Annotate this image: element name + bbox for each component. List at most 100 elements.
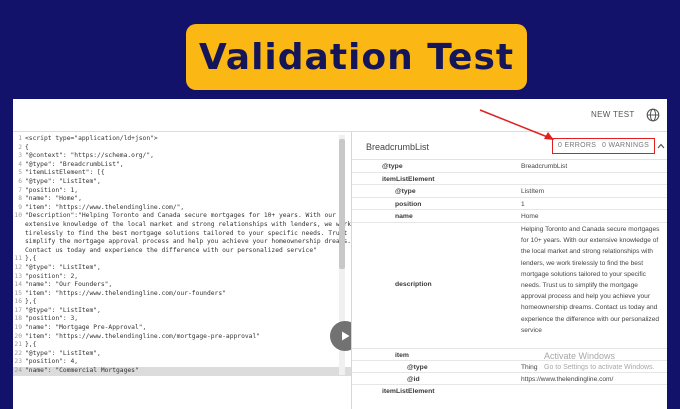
line-number: 6	[18, 177, 22, 185]
code-text: "position": 1,	[25, 186, 79, 194]
code-text: "name": "Mortgage Pre-Approval",	[25, 324, 147, 332]
code-lines: 1 <script type="application/ld+json"> 2{3 "…	[13, 132, 351, 376]
line-number	[13, 221, 25, 230]
line-number: 9	[18, 203, 22, 211]
result-row: name Home	[352, 210, 667, 223]
code-line: Contact us today and experience the diff…	[13, 247, 351, 256]
code-text: "item": "https://www.thelendingline.com/…	[25, 289, 226, 297]
row-key: name	[395, 213, 413, 220]
line-number: 17	[14, 306, 22, 314]
code-text: },{	[25, 298, 37, 306]
globe-icon[interactable]	[646, 108, 660, 122]
code-line: 5 "itemListElement": [{	[13, 169, 351, 178]
line-number: 22	[14, 349, 22, 357]
line-number	[13, 238, 25, 247]
row-key: @type	[407, 364, 428, 371]
code-text: "itemListElement": [{	[25, 169, 105, 177]
code-line: 11},{	[13, 255, 351, 264]
code-text: "position": 3,	[25, 315, 79, 323]
code-line: 8 "name": "Home",	[13, 195, 351, 204]
code-line: extensive knowledge of the local market …	[13, 221, 351, 230]
code-line: 10 "Description":"Helping Toronto and Can…	[13, 212, 351, 221]
row-key: description	[395, 281, 432, 288]
code-line: 3 "@context": "https://schema.org/",	[13, 152, 351, 161]
chevron-up-icon[interactable]	[657, 143, 665, 149]
code-text: "@type": "ListItem",	[25, 177, 101, 185]
code-text: simplify the mortgage approval process a…	[25, 238, 351, 246]
code-line: 21},{	[13, 341, 351, 350]
code-scrollbar-thumb[interactable]	[339, 139, 345, 269]
code-text: },{	[25, 255, 37, 263]
row-value: ListItem	[521, 188, 545, 195]
line-number: 1	[18, 135, 22, 142]
line-number: 5	[18, 169, 22, 177]
line-number: 2	[18, 143, 22, 151]
line-number: 3	[18, 152, 22, 160]
code-line: 7 "position": 1,	[13, 187, 351, 196]
line-number: 18	[14, 315, 22, 323]
code-line: 4 "@type": "BreadcrumbList",	[13, 161, 351, 170]
code-line: 13 "position": 2,	[13, 273, 351, 282]
row-value: 1	[521, 201, 525, 208]
code-line: 1 <script type="application/ld+json">	[13, 135, 351, 144]
line-number: 14	[14, 281, 22, 289]
play-icon	[342, 331, 350, 341]
code-line: 20 "item": "https://www.thelendingline.co…	[13, 333, 351, 342]
code-line: 14 "name": "Our Founders",	[13, 281, 351, 290]
code-line: 24 "name": "Commercial Mortgages"	[13, 367, 351, 376]
row-key: itemListElement	[382, 388, 435, 395]
line-number: 10	[14, 212, 22, 220]
toolbar: NEW TEST	[13, 99, 667, 132]
result-row: description Helping Toronto and Canada s…	[352, 223, 667, 349]
code-line: 2{	[13, 144, 351, 153]
code-line: 15 "item": "https://www.thelendingline.co…	[13, 290, 351, 299]
result-row: itemListElement	[352, 173, 667, 185]
row-value: Home	[521, 213, 539, 220]
code-text: "position": 2,	[25, 272, 79, 280]
code-text: "item": "https://www.thelendingline.com/…	[25, 203, 185, 211]
code-text: "@type": "ListItem",	[25, 349, 101, 357]
red-arrow-annotation	[479, 109, 554, 140]
code-text: "name": "Home",	[25, 195, 82, 203]
code-line: 22 "@type": "ListItem",	[13, 350, 351, 359]
code-text: <script type="application/ld+json">	[25, 135, 158, 142]
code-text: "position": 4,	[25, 358, 79, 366]
line-number: 23	[14, 358, 22, 366]
code-line: 18 "position": 3,	[13, 315, 351, 324]
row-key: itemListElement	[382, 176, 435, 183]
line-number: 19	[14, 324, 22, 332]
code-text: Contact us today and experience the diff…	[25, 246, 317, 254]
code-text: "name": "Commercial Mortgages"	[25, 367, 139, 375]
new-test-button[interactable]: NEW TEST	[591, 110, 635, 119]
errors-count: 0 ERRORS	[558, 142, 597, 149]
row-value: BreadcrumbList	[521, 163, 568, 170]
line-number: 21	[14, 341, 22, 349]
code-line: 19 "name": "Mortgage Pre-Approval",	[13, 324, 351, 333]
title-banner: Validation Test	[186, 24, 527, 90]
watermark-line-1: Activate Windows	[544, 351, 616, 361]
code-editor[interactable]: 1 <script type="application/ld+json"> 2{3 "…	[13, 132, 351, 409]
row-key: item	[395, 352, 409, 359]
code-line: 12 "@type": "ListItem",	[13, 264, 351, 273]
code-text: "name": "Our Founders",	[25, 281, 113, 289]
line-number: 13	[14, 272, 22, 280]
activate-windows-watermark: Activate Windows Go to Settings to activ…	[544, 350, 655, 374]
code-text: tirelessly to find the best mortgage sol…	[25, 229, 351, 237]
line-number: 12	[14, 263, 22, 271]
line-number: 24	[14, 367, 22, 375]
line-number	[13, 247, 25, 256]
results-title: BreadcrumbList	[366, 142, 430, 152]
code-line: 6 "@type": "ListItem",	[13, 178, 351, 187]
row-key: position	[395, 201, 422, 208]
row-key: @type	[382, 163, 403, 170]
line-number: 4	[18, 160, 22, 168]
code-line: 9 "item": "https://www.thelendingline.com…	[13, 204, 351, 213]
result-row: itemListElement	[352, 385, 667, 395]
row-key: @id	[407, 376, 420, 383]
code-line: tirelessly to find the best mortgage sol…	[13, 230, 351, 239]
code-text: "Description":"Helping Toronto and Canad…	[25, 212, 336, 220]
watermark-line-2: Go to Settings to activate Windows.	[544, 364, 655, 371]
warnings-count: 0 WARNINGS	[602, 142, 650, 149]
result-row: @type ListItem	[352, 185, 667, 198]
code-text: extensive knowledge of the local market …	[25, 220, 351, 228]
